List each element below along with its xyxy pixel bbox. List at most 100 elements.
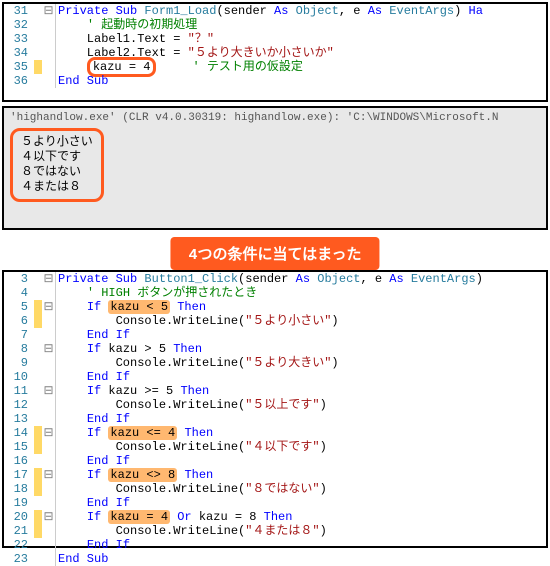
fold-toggle [42, 398, 56, 412]
code-content[interactable]: Console.WriteLine("８ではない") [58, 482, 327, 496]
code-line[interactable]: 31⊟Private Sub Form1_Load(sender As Obje… [4, 4, 546, 18]
fold-toggle [42, 496, 56, 510]
code-line[interactable]: 4 ' HIGH ボタンが押されたとき [4, 286, 546, 300]
code-content[interactable]: End If [58, 328, 130, 342]
highlight-marker [34, 74, 42, 88]
line-number: 10 [4, 370, 32, 384]
highlight-marker [34, 524, 42, 538]
code-content[interactable]: Console.WriteLine("５より小さい") [58, 314, 339, 328]
fold-toggle[interactable]: ⊟ [42, 342, 56, 356]
highlight-marker [34, 440, 42, 454]
code-line[interactable]: 14⊟ If kazu <= 4 Then [4, 426, 546, 440]
line-number: 12 [4, 398, 32, 412]
fold-toggle[interactable]: ⊟ [42, 4, 56, 18]
code-line[interactable]: 10 End If [4, 370, 546, 384]
code-line[interactable]: 8⊟ If kazu > 5 Then [4, 342, 546, 356]
code-line[interactable]: 21 Console.WriteLine("４または８") [4, 524, 546, 538]
line-number: 15 [4, 440, 32, 454]
code-line[interactable]: 19 End If [4, 496, 546, 510]
fold-toggle [42, 482, 56, 496]
line-number: 4 [4, 286, 32, 300]
code-line[interactable]: 18 Console.WriteLine("８ではない") [4, 482, 546, 496]
line-number: 34 [4, 46, 32, 60]
highlight-marker [34, 412, 42, 426]
output-line: ８ではない [21, 165, 93, 180]
fold-toggle[interactable]: ⊟ [42, 300, 56, 314]
highlight-marker [34, 552, 42, 566]
fold-toggle[interactable]: ⊟ [42, 468, 56, 482]
code-content[interactable]: End If [58, 412, 130, 426]
code-content[interactable]: Console.WriteLine("４以下です") [58, 440, 327, 454]
code-content[interactable]: Console.WriteLine("４または８") [58, 524, 327, 538]
code-line[interactable]: 13 End If [4, 412, 546, 426]
code-line[interactable]: 11⊟ If kazu >= 5 Then [4, 384, 546, 398]
highlight-marker [34, 454, 42, 468]
line-number: 6 [4, 314, 32, 328]
highlight-marker [34, 300, 42, 314]
fold-toggle [42, 18, 56, 32]
code-content[interactable]: If kazu > 5 Then [58, 342, 202, 356]
line-number: 16 [4, 454, 32, 468]
highlight-marker [34, 46, 42, 60]
annotation-badge: 4つの条件に当てはまった [170, 237, 379, 270]
code-line[interactable]: 12 Console.WriteLine("５以上です") [4, 398, 546, 412]
code-content[interactable]: Console.WriteLine("５以上です") [58, 398, 327, 412]
fold-toggle[interactable]: ⊟ [42, 272, 56, 286]
fold-toggle[interactable]: ⊟ [42, 510, 56, 524]
code-line[interactable]: 23 End Sub [4, 552, 546, 566]
highlight-marker [34, 4, 42, 18]
fold-toggle [42, 74, 56, 88]
highlight-marker [34, 60, 42, 74]
code-line[interactable]: 16 End If [4, 454, 546, 468]
output-header: 'highandlow.exe' (CLR v4.0.30319: highan… [10, 112, 540, 124]
highlight-marker [34, 272, 42, 286]
code-content[interactable]: End Sub [58, 552, 108, 566]
code-content[interactable]: End Sub [58, 74, 108, 88]
code-line[interactable]: 3⊟Private Sub Button1_Click(sender As Ob… [4, 272, 546, 286]
fold-toggle [42, 552, 56, 566]
highlight-marker [34, 426, 42, 440]
fold-toggle [42, 440, 56, 454]
output-line: ４または８ [21, 180, 93, 195]
highlight-marker [34, 314, 42, 328]
code-content[interactable]: Private Sub Form1_Load(sender As Object,… [58, 4, 483, 18]
code-line[interactable]: 9 Console.WriteLine("５より大きい") [4, 356, 546, 370]
code-line[interactable]: 20 ⊟ If kazu = 4 Or kazu = 8 Then [4, 510, 546, 524]
highlight-marker [34, 18, 42, 32]
fold-toggle [42, 328, 56, 342]
line-number: 36 [4, 74, 32, 88]
code-content[interactable]: If kazu = 4 Or kazu = 8 Then [58, 510, 292, 524]
code-line[interactable]: 33 Label1.Text = "？" [4, 32, 546, 46]
fold-toggle[interactable]: ⊟ [42, 384, 56, 398]
line-number: 5 [4, 300, 32, 314]
output-highlight-box: ５より小さい４以下です８ではない４または８ [10, 128, 104, 202]
highlight-marker [34, 328, 42, 342]
code-content[interactable]: End If [58, 496, 130, 510]
code-content[interactable]: If kazu < 5 Then [58, 300, 206, 314]
code-line[interactable]: 5 ⊟ If kazu < 5 Then [4, 300, 546, 314]
code-content[interactable]: End If [58, 370, 130, 384]
fold-toggle [42, 286, 56, 300]
code-line[interactable]: 6 Console.WriteLine("５より小さい") [4, 314, 546, 328]
code-line[interactable]: 7 End If [4, 328, 546, 342]
code-content[interactable]: Label1.Text = "？" [58, 32, 214, 46]
highlight-marker [34, 496, 42, 510]
fold-toggle [42, 32, 56, 46]
code-line[interactable]: 15 Console.WriteLine("４以下です") [4, 440, 546, 454]
fold-toggle[interactable]: ⊟ [42, 426, 56, 440]
code-line[interactable]: 32 ' 起動時の初期処理 [4, 18, 546, 32]
code-content[interactable]: Private Sub Button1_Click(sender As Obje… [58, 272, 483, 286]
fold-toggle [42, 356, 56, 370]
code-content[interactable]: ' 起動時の初期処理 [58, 18, 197, 32]
highlight-marker [34, 468, 42, 482]
code-content[interactable]: If kazu <> 8 Then [58, 468, 213, 482]
code-content[interactable]: If kazu <= 4 Then [58, 426, 213, 440]
code-content[interactable]: If kazu >= 5 Then [58, 384, 209, 398]
code-content[interactable]: ' HIGH ボタンが押されたとき [58, 286, 257, 300]
line-number: 13 [4, 412, 32, 426]
code-line[interactable]: 35 kazu = 4 ' テスト用の仮設定 [4, 60, 546, 74]
line-number: 20 [4, 510, 32, 524]
code-line[interactable]: 17⊟ If kazu <> 8 Then [4, 468, 546, 482]
code-content[interactable]: End If [58, 454, 130, 468]
code-content[interactable]: Console.WriteLine("５より大きい") [58, 356, 339, 370]
